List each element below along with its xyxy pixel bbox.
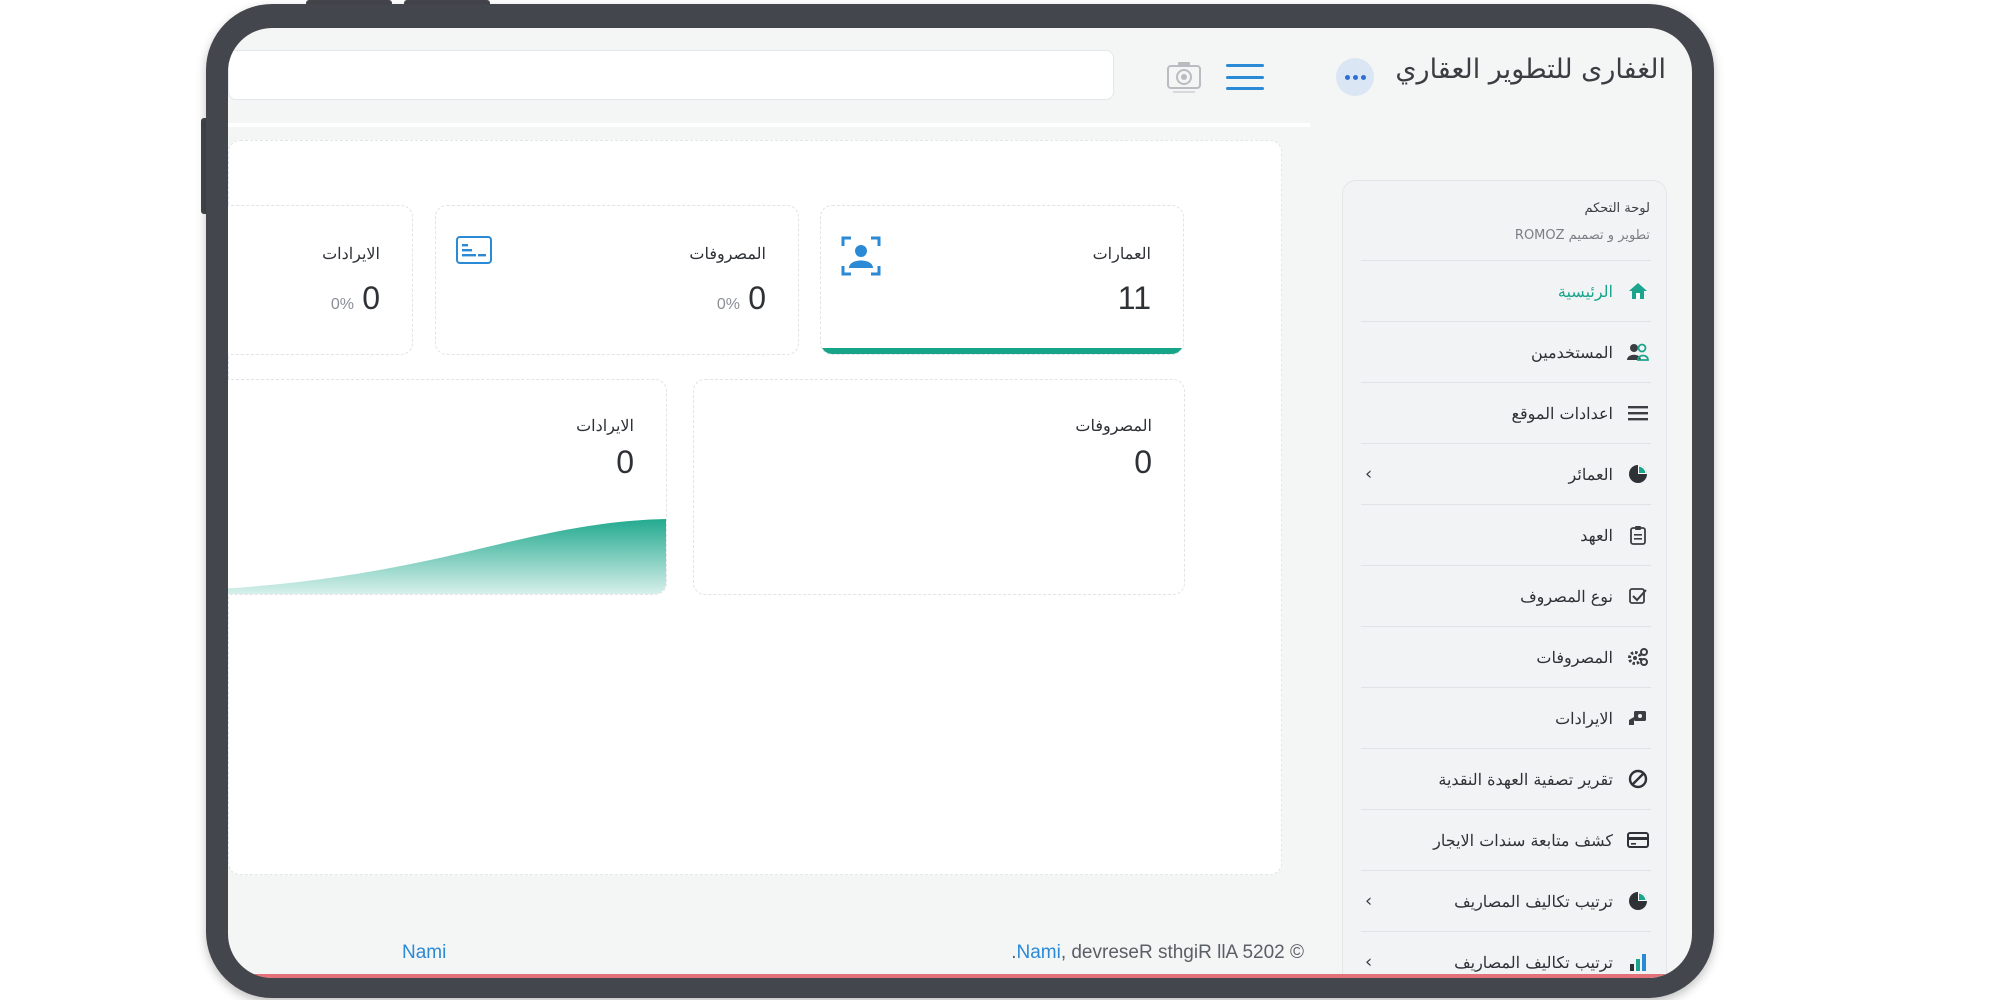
- gears-icon: [1627, 646, 1649, 668]
- card-icon: [1627, 829, 1649, 851]
- sidebar-item-label: اعدادات الموقع: [1511, 403, 1613, 423]
- stat-title: الايرادات: [322, 244, 380, 263]
- sidebar-item-custody-report[interactable]: تقرير تصفية العهدة النقدية: [1361, 748, 1651, 809]
- top-header: الغفارى للتطوير العقاري: [228, 28, 1692, 148]
- stat-progress-bar: [821, 348, 1183, 354]
- stat-card-expenses[interactable]: المصروفات 0 0%: [435, 205, 799, 355]
- sidebar-item-label: ترتيب تكاليف المصاريف: [1454, 952, 1613, 972]
- card-list-icon: [456, 236, 492, 270]
- ban-icon: [1627, 768, 1649, 790]
- clipboard-icon: [1627, 524, 1649, 546]
- sidebar-item-users[interactable]: المستخدمين: [1361, 321, 1651, 382]
- sidebar-item-custody[interactable]: العهد: [1361, 504, 1651, 565]
- chart-card-expenses: المصروفات 0: [693, 379, 1185, 595]
- sidebar-item-label: العمائر: [1568, 464, 1613, 484]
- sidebar: لوحة التحكم تطوير و تصميم ROMOZ الرئيسية…: [1342, 180, 1667, 978]
- chart-title: المصروفات: [1075, 416, 1152, 435]
- header-divider: [228, 123, 1310, 127]
- sidebar-item-buildings[interactable]: ‹ العمائر: [1361, 443, 1651, 504]
- stat-card-buildings[interactable]: العمارات 11: [820, 205, 1184, 355]
- stat-value: 11: [1117, 280, 1151, 316]
- stat-title: العمارات: [1092, 244, 1151, 263]
- sidebar-menu: الرئيسية المستخدمين اعدادات الموقع ‹ الع…: [1361, 260, 1651, 978]
- sidebar-item-label: المستخدمين: [1531, 342, 1613, 362]
- sidebar-subheading: تطوير و تصميم ROMOZ: [1514, 228, 1650, 243]
- list-icon: [1627, 402, 1649, 424]
- footer-copyright: .Nami© 2025 All Rights Reserved ,: [944, 942, 1304, 964]
- more-dots-icon[interactable]: [1336, 58, 1374, 96]
- brand-title: الغفارى للتطوير العقاري: [1395, 54, 1666, 85]
- chevron-left-icon[interactable]: ‹: [1365, 891, 1372, 912]
- stat-percentage: 0%: [716, 296, 740, 313]
- chevron-left-icon[interactable]: ‹: [1365, 952, 1372, 973]
- stat-card-revenues[interactable]: الايرادات 0 0%: [228, 205, 413, 355]
- home-icon: [1627, 280, 1649, 302]
- sidebar-item-label: الرئيسية: [1557, 281, 1613, 301]
- dashboard-panel: العمارات 11 المصروفات 0 0% الايرادات 0 0…: [228, 140, 1282, 875]
- copyright-text: © 2025 All Rights Reserved ,: [1060, 942, 1304, 963]
- chevron-left-icon[interactable]: ‹: [1365, 464, 1372, 485]
- chart-value: 0: [1134, 444, 1152, 480]
- footer-link[interactable]: Nami: [402, 942, 446, 964]
- bottom-accent-line: [228, 974, 1692, 978]
- sidebar-item-label: المصروفات: [1536, 647, 1613, 667]
- sidebar-item-site-settings[interactable]: اعدادات الموقع: [1361, 382, 1651, 443]
- sidebar-item-cost-ranking-2[interactable]: ‹ ترتيب تكاليف المصاريف: [1361, 931, 1651, 978]
- stat-title: المصروفات: [689, 244, 766, 263]
- sidebar-item-label: كشف متابعة سندات الايجار: [1433, 830, 1613, 850]
- stat-percentage: 0%: [330, 296, 354, 313]
- sidebar-item-label: الايرادات: [1555, 708, 1613, 728]
- sidebar-item-label: ترتيب تكاليف المصاريف: [1454, 891, 1613, 911]
- sidebar-item-rent-receipts[interactable]: كشف متابعة سندات الايجار: [1361, 809, 1651, 870]
- pie-chart-icon: [1627, 463, 1649, 485]
- users-icon: [1627, 341, 1649, 363]
- sidebar-item-label: العهد: [1580, 525, 1613, 545]
- sidebar-item-expense-type[interactable]: نوع المصروف: [1361, 565, 1651, 626]
- pie-chart-icon: [1627, 890, 1649, 912]
- user-scan-icon: [841, 236, 881, 280]
- camera-icon[interactable]: [1164, 56, 1204, 96]
- sidebar-header: لوحة التحكم تطوير و تصميم ROMOZ: [1515, 201, 1650, 243]
- sidebar-heading: لوحة التحكم: [1584, 201, 1650, 216]
- stat-value: 0: [362, 280, 380, 316]
- bar-chart-icon: [1627, 951, 1649, 973]
- sidebar-item-revenues[interactable]: الايرادات: [1361, 687, 1651, 748]
- money-icon: [1627, 707, 1649, 729]
- search-input[interactable]: [228, 50, 1114, 100]
- sidebar-item-cost-ranking[interactable]: ‹ ترتيب تكاليف المصاريف: [1361, 870, 1651, 931]
- stat-value: 0: [748, 280, 766, 316]
- sidebar-item-label: تقرير تصفية العهدة النقدية: [1438, 769, 1613, 789]
- sidebar-item-label: نوع المصروف: [1520, 586, 1613, 606]
- chart-card-revenues: الايرادات 0: [228, 379, 667, 595]
- sidebar-item-expenses[interactable]: المصروفات: [1361, 626, 1651, 687]
- checkbox-icon: [1627, 585, 1649, 607]
- tablet-screen: الغفارى للتطوير العقاري لوحة التحكم تطوي…: [228, 28, 1692, 978]
- hamburger-menu-icon[interactable]: [1226, 64, 1264, 90]
- sidebar-item-home[interactable]: الرئيسية: [1361, 260, 1651, 321]
- copyright-brand-link[interactable]: Nami: [1016, 942, 1060, 963]
- revenue-sparkline: [228, 519, 666, 594]
